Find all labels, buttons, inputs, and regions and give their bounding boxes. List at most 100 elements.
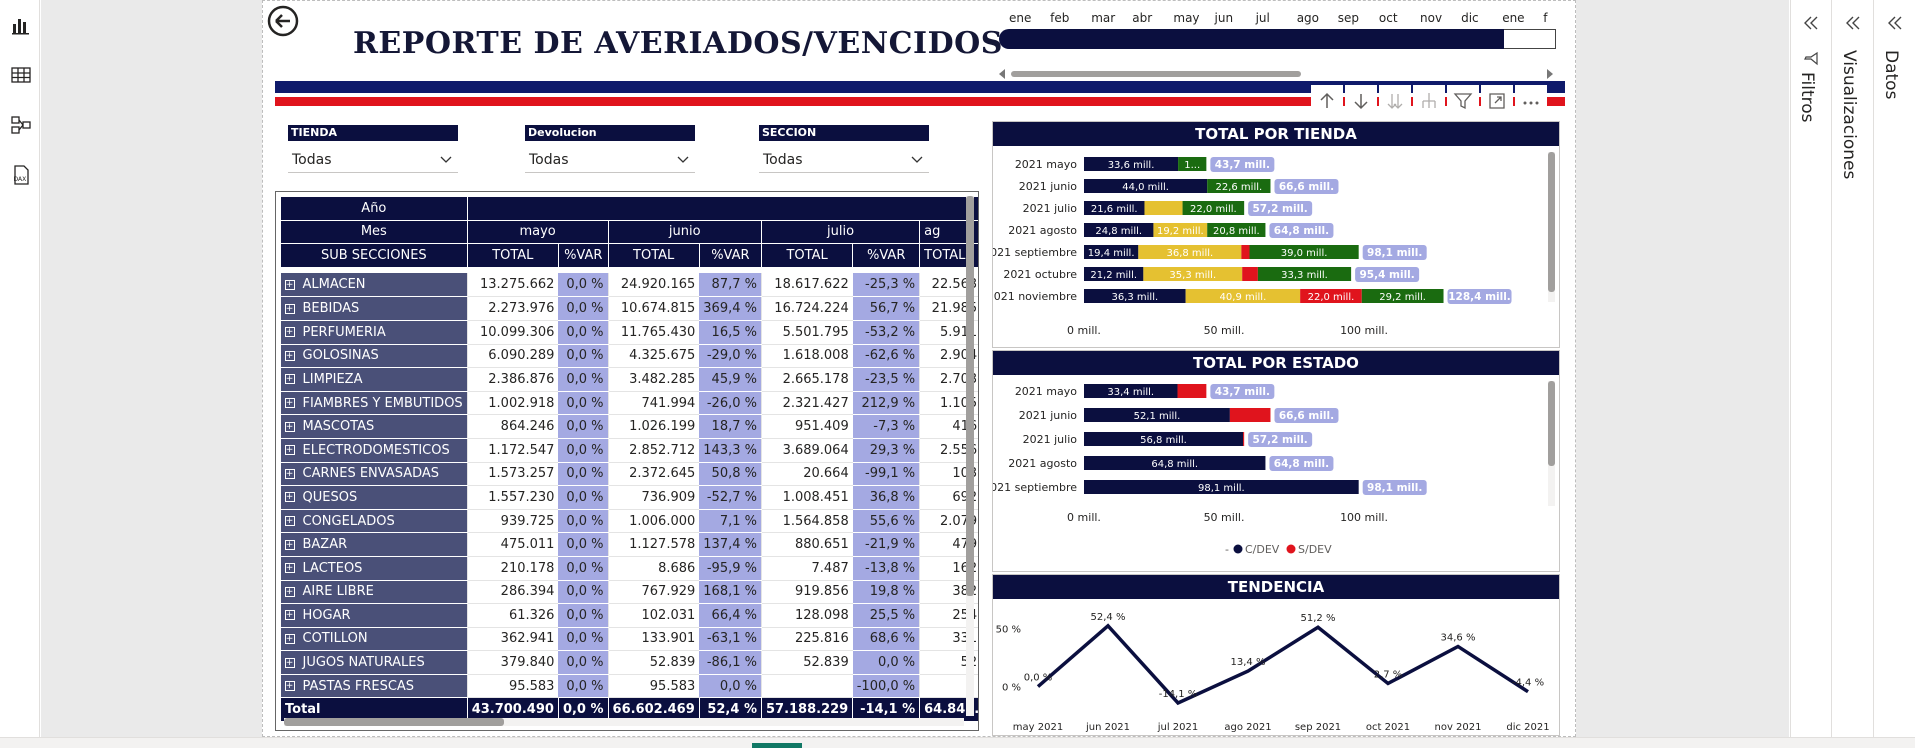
bar-segment[interactable] — [1177, 384, 1207, 398]
timeline-month[interactable]: sep — [1338, 11, 1359, 25]
row-header[interactable]: + QUESOS — [280, 485, 468, 510]
data-pane[interactable]: Datos — [1875, 0, 1915, 748]
matrix-vertical-scrollbar[interactable] — [966, 196, 974, 716]
timeline-month[interactable]: feb — [1050, 11, 1069, 25]
row-header[interactable]: + JUGOS NATURALES — [280, 650, 468, 675]
row-header[interactable]: + BEBIDAS — [280, 296, 468, 321]
expand-plus-icon[interactable]: + — [284, 681, 295, 692]
focus-mode-button[interactable] — [1481, 85, 1513, 117]
expand-plus-icon[interactable]: + — [284, 279, 295, 290]
back-button[interactable] — [267, 5, 299, 37]
table-row[interactable]: + PERFUMERIA 10.099.306 0,0 % 11.765.430 16,5… — [280, 320, 978, 345]
expand-plus-icon[interactable]: + — [284, 492, 295, 503]
matrix-vertical-scroll-thumb[interactable] — [966, 196, 974, 596]
expand-plus-icon[interactable]: + — [284, 586, 295, 597]
table-row[interactable]: + MASCOTAS 864.246 0,0 % 1.026.199 18,7 % 951.… — [280, 414, 978, 439]
drill-up-button[interactable] — [1311, 85, 1343, 117]
timeline-selection-bar[interactable] — [999, 29, 1549, 49]
matrix-horizontal-scrollbar[interactable] — [284, 718, 964, 726]
table-row[interactable]: + BAZAR 475.011 0,0 % 1.127.578 137,4 % 880.65… — [280, 532, 978, 557]
expand-plus-icon[interactable]: + — [284, 327, 295, 338]
slicer-dropdown-seccion[interactable]: Todas — [759, 147, 929, 173]
expand-plus-icon[interactable]: + — [284, 421, 295, 432]
table-row[interactable]: + ELECTRODOMESTICOS 1.172.547 0,0 % 2.852.71… — [280, 438, 978, 463]
expand-plus-icon[interactable]: + — [284, 610, 295, 621]
table-row[interactable]: + COTILLON 362.941 0,0 % 133.901 -63,1 % 225.8… — [280, 627, 978, 652]
table-row[interactable]: + CONGELADOS 939.725 0,0 % 1.006.000 7,1 % 1.5… — [280, 509, 978, 534]
timeline-month[interactable]: nov — [1420, 11, 1442, 25]
matrix-visual[interactable]: Año Mes mayo junio julio ag SUB SECCIONE… — [275, 191, 979, 731]
row-header[interactable]: + AIRE LIBRE — [280, 580, 468, 605]
collapse-chevron-icon[interactable] — [1885, 14, 1905, 32]
chart-scroll-thumb[interactable] — [1548, 152, 1555, 292]
slicer-dropdown-tienda[interactable]: Todas — [288, 147, 458, 173]
row-header[interactable]: + CARNES ENVASADAS — [280, 462, 468, 487]
expand-all-down-button[interactable] — [1379, 85, 1411, 117]
chart-scrollbar[interactable] — [1548, 381, 1555, 506]
expand-plus-icon[interactable]: + — [284, 350, 295, 361]
timeline-month[interactable]: dic — [1461, 11, 1479, 25]
expand-plus-icon[interactable]: + — [284, 445, 295, 456]
chart-total-por-estado[interactable]: TOTAL POR ESTADO 2021 mayo 33,4 mill. 43,7… — [992, 350, 1560, 572]
expand-plus-icon[interactable]: + — [284, 633, 295, 644]
timeline-month[interactable]: ene — [1502, 11, 1524, 25]
bar-segment[interactable] — [1144, 201, 1183, 215]
table-row[interactable]: + AIRE LIBRE 286.394 0,0 % 767.929 168,1 % 919… — [280, 580, 978, 605]
table-view-icon[interactable] — [8, 62, 34, 88]
matrix-horizontal-scroll-thumb[interactable] — [284, 718, 504, 726]
timeline-month[interactable]: may — [1173, 11, 1199, 25]
slicer-dropdown-devolucion[interactable]: Todas — [525, 147, 695, 173]
expand-hierarchy-button[interactable] — [1413, 85, 1445, 117]
chart-tendencia[interactable]: TENDENCIA 50 % 0 % 0,0 % may 2021 52,4 % jun … — [992, 574, 1560, 736]
row-header[interactable]: + FIAMBRES Y EMBUTIDOS — [280, 391, 468, 416]
more-options-button[interactable] — [1515, 85, 1547, 117]
expand-plus-icon[interactable]: + — [284, 374, 295, 385]
active-page-tab[interactable] — [752, 743, 802, 748]
expand-plus-icon[interactable]: + — [284, 516, 295, 527]
model-view-icon[interactable] — [8, 112, 34, 138]
chart-total-por-tienda[interactable]: TOTAL POR TIENDA 2021 mayo 33,6 mill. 1...… — [992, 121, 1560, 348]
row-header[interactable]: + HOGAR — [280, 603, 468, 628]
table-row[interactable]: + HOGAR 61.326 0,0 % 102.031 66,4 % 128.098 25,… — [280, 603, 978, 628]
timeline-month[interactable]: abr — [1132, 11, 1152, 25]
report-view-icon[interactable] — [8, 12, 34, 38]
timeline-scroll-thumb[interactable] — [1011, 71, 1301, 77]
row-header[interactable]: + GOLOSINAS — [280, 344, 468, 369]
collapse-chevron-icon[interactable] — [1843, 14, 1863, 32]
timeline-unselected-bar[interactable] — [1504, 29, 1556, 49]
timeline-month[interactable]: ago — [1297, 11, 1319, 25]
expand-plus-icon[interactable]: + — [284, 539, 295, 550]
expand-plus-icon[interactable]: + — [284, 657, 295, 668]
timeline-month[interactable]: jul — [1256, 11, 1270, 25]
timeline-month[interactable]: jun — [1215, 11, 1234, 25]
bar-segment[interactable] — [1243, 432, 1245, 446]
timeline-scrollbar[interactable] — [999, 69, 1559, 79]
expand-plus-icon[interactable]: + — [284, 468, 295, 479]
row-header[interactable]: + LIMPIEZA — [280, 367, 468, 392]
table-row[interactable]: + BEBIDAS 2.273.976 0,0 % 10.674.815 369,4 % 1… — [280, 296, 978, 321]
chart-scrollbar[interactable] — [1548, 152, 1555, 302]
drill-down-button[interactable] — [1345, 85, 1377, 117]
visualizations-pane[interactable]: Visualizaciones — [1833, 0, 1874, 748]
row-header[interactable]: + MASCOTAS — [280, 414, 468, 439]
expand-plus-icon[interactable]: + — [284, 398, 295, 409]
row-header[interactable]: + COTILLON — [280, 627, 468, 652]
timeline-slicer[interactable]: ene feb mar abr may jun jul ago sep oct nov dic ene f — [999, 11, 1559, 79]
row-header[interactable]: + PASTAS FRESCAS — [280, 674, 468, 699]
row-header[interactable]: + ELECTRODOMESTICOS — [280, 438, 468, 463]
row-header[interactable]: + PERFUMERIA — [280, 320, 468, 345]
row-header[interactable]: + ALMACEN — [280, 273, 468, 298]
row-header[interactable]: + BAZAR — [280, 532, 468, 557]
bar-segment[interactable] — [1229, 408, 1271, 422]
timeline-month[interactable]: oct — [1379, 11, 1398, 25]
table-row[interactable]: + PASTAS FRESCAS 95.583 0,0 % 95.583 0,0 % -10… — [280, 674, 978, 699]
table-row[interactable]: + JUGOS NATURALES 379.840 0,0 % 52.839 -86,1 … — [280, 650, 978, 675]
table-row[interactable]: + QUESOS 1.557.230 0,0 % 736.909 -52,7 % 1.008… — [280, 485, 978, 510]
row-header[interactable]: + CONGELADOS — [280, 509, 468, 534]
expand-plus-icon[interactable]: + — [284, 563, 295, 574]
filters-pane[interactable]: Filtros — [1791, 0, 1832, 748]
bar-segment[interactable] — [1242, 267, 1258, 281]
timeline-month[interactable]: ene — [1009, 11, 1031, 25]
collapse-chevron-icon[interactable] — [1801, 14, 1821, 32]
table-row[interactable]: + FIAMBRES Y EMBUTIDOS 1.002.918 0,0 % 741.9… — [280, 391, 978, 416]
